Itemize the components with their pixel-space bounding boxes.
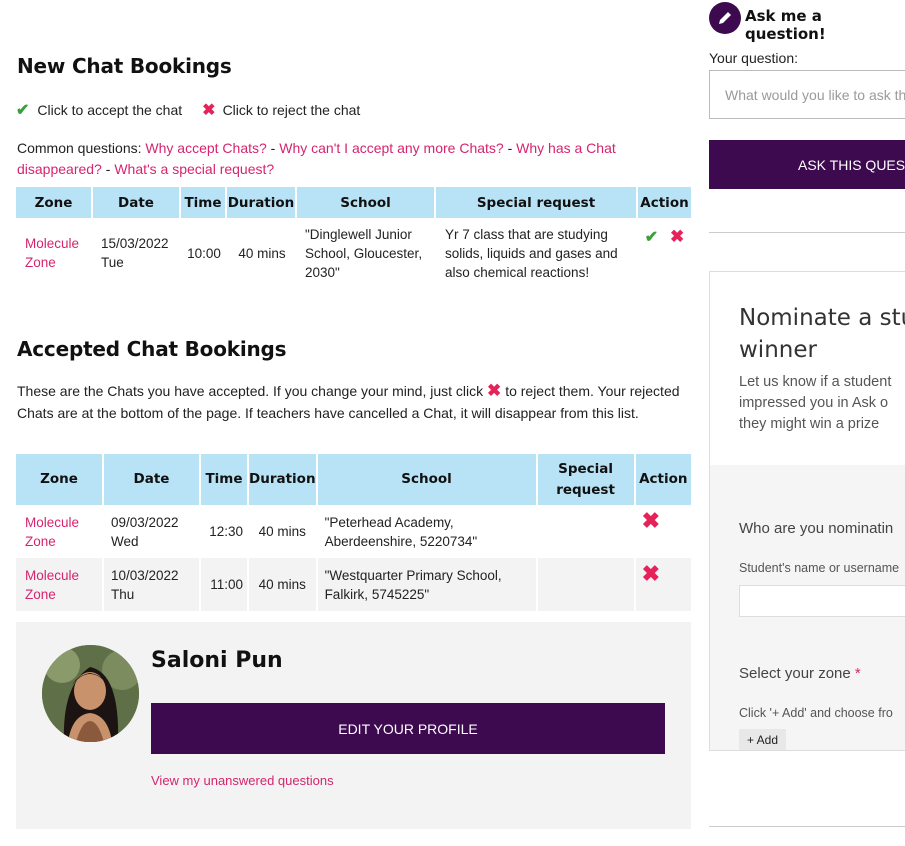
faq-link-special-request[interactable]: What's a special request? xyxy=(114,161,274,177)
zone-link[interactable]: Molecule Zone xyxy=(16,218,93,288)
add-zone-button[interactable]: + Add xyxy=(739,729,787,750)
zone-select-label: Select your zone * xyxy=(739,665,861,682)
reject-cross-icon[interactable]: ✖ xyxy=(642,561,660,586)
col-special-request: Special request xyxy=(436,187,638,218)
booking-special-request xyxy=(537,558,636,611)
col-action: Action xyxy=(638,187,691,218)
table-header-row: Zone Date Time Duration School Special r… xyxy=(16,454,691,505)
booking-school: "Peterhead Academy, Aberdeenshire, 52207… xyxy=(317,505,538,558)
cross-icon: ✖ xyxy=(202,102,216,119)
col-time: Time xyxy=(181,187,227,218)
common-questions: Common questions: Why accept Chats? - Wh… xyxy=(17,140,616,177)
ask-question-button[interactable]: ASK THIS QUES xyxy=(709,140,905,189)
profile-name: Saloni Pun xyxy=(151,648,283,673)
student-name-input[interactable] xyxy=(739,585,905,617)
booking-special-request xyxy=(537,505,636,558)
edit-profile-button[interactable]: EDIT YOUR PROFILE xyxy=(151,703,665,754)
booking-time: 11:00 xyxy=(201,558,249,611)
zone-hint: Click '+ Add' and choose fro xyxy=(739,706,893,720)
table-row: Molecule Zone 10/03/2022 Thu 11:00 40 mi… xyxy=(16,558,691,611)
faq-link-cant-accept-more[interactable]: Why can't I accept any more Chats? xyxy=(279,140,503,156)
nominate-title: Nominate a stu winner xyxy=(739,305,905,363)
booking-school: "Westquarter Primary School, Falkirk, 57… xyxy=(317,558,538,611)
booking-time: 10:00 xyxy=(187,245,221,261)
unanswered-questions-link[interactable]: View my unanswered questions xyxy=(151,773,334,788)
new-bookings-table: Zone Date Time Duration School Special r… xyxy=(16,187,691,288)
cross-icon: ✖ xyxy=(487,381,502,400)
booking-duration: 40 mins xyxy=(238,245,286,261)
booking-actions: ✖ xyxy=(635,558,691,611)
accepted-bookings-table: Zone Date Time Duration School Special r… xyxy=(16,454,691,611)
nominate-panel: Nominate a stu winner Let us know if a s… xyxy=(709,271,905,751)
profile-card: Saloni Pun EDIT YOUR PROFILE View my una… xyxy=(16,622,691,829)
nominate-description: Let us know if a student impressed you i… xyxy=(739,374,892,432)
check-icon: ✔ xyxy=(16,102,30,119)
col-date: Date xyxy=(104,454,201,505)
booking-time: 12:30 xyxy=(201,505,249,558)
accept-check-icon[interactable]: ✔ xyxy=(645,229,658,246)
col-date: Date xyxy=(93,187,181,218)
col-school: School xyxy=(297,187,436,218)
zone-link[interactable]: Molecule Zone xyxy=(16,558,104,611)
table-header-row: Zone Date Time Duration School Special r… xyxy=(16,187,691,218)
booking-date: 10/03/2022 Thu xyxy=(104,558,201,611)
legend-reject-text: Click to reject the chat xyxy=(222,102,361,118)
new-bookings-title: New Chat Bookings xyxy=(17,54,232,78)
booking-date: 15/03/2022 Tue xyxy=(101,236,169,270)
col-special-request: Special request xyxy=(537,454,636,505)
accept-reject-legend: ✔ Click to accept the chat ✖ Click to re… xyxy=(16,100,360,120)
sidebar-divider xyxy=(709,826,905,827)
col-zone: Zone xyxy=(16,454,104,505)
reject-cross-icon[interactable]: ✖ xyxy=(670,227,684,246)
booking-duration: 40 mins xyxy=(249,558,318,611)
accepted-intro: These are the Chats you have accepted. I… xyxy=(17,381,680,421)
booking-special-request: Yr 7 class that are studying solids, liq… xyxy=(445,226,618,280)
col-action: Action xyxy=(635,454,691,505)
nominee-heading: Who are you nominatin xyxy=(739,520,894,537)
legend-accept-text: Click to accept the chat xyxy=(37,102,183,118)
nominate-form: Who are you nominatin Student's name or … xyxy=(710,465,905,750)
booking-actions: ✖ xyxy=(635,505,691,558)
table-row: Molecule Zone 15/03/2022 Tue 10:00 40 mi… xyxy=(16,218,691,288)
accepted-bookings-title: Accepted Chat Bookings xyxy=(17,337,287,361)
question-label: Your question: xyxy=(709,50,798,66)
avatar xyxy=(42,645,139,742)
col-zone: Zone xyxy=(16,187,93,218)
question-input[interactable] xyxy=(709,70,905,119)
pencil-icon xyxy=(709,2,741,34)
col-duration: Duration xyxy=(227,187,297,218)
reject-cross-icon[interactable]: ✖ xyxy=(642,508,660,533)
booking-actions: ✔ ✖ xyxy=(638,218,691,288)
booking-school: "Dinglewell Junior School, Gloucester, 2… xyxy=(305,226,423,280)
common-questions-prefix: Common questions: xyxy=(17,140,142,156)
ask-question-title: Ask me a question! xyxy=(745,7,826,43)
faq-link-why-accept[interactable]: Why accept Chats? xyxy=(145,140,266,156)
zone-link[interactable]: Molecule Zone xyxy=(16,505,104,558)
col-time: Time xyxy=(201,454,249,505)
booking-date: 09/03/2022 Wed xyxy=(104,505,201,558)
student-name-label: Student's name or username xyxy=(739,561,900,575)
sidebar-divider xyxy=(709,232,905,233)
col-duration: Duration xyxy=(249,454,318,505)
table-row: Molecule Zone 09/03/2022 Wed 12:30 40 mi… xyxy=(16,505,691,558)
booking-duration: 40 mins xyxy=(249,505,318,558)
col-school: School xyxy=(317,454,538,505)
